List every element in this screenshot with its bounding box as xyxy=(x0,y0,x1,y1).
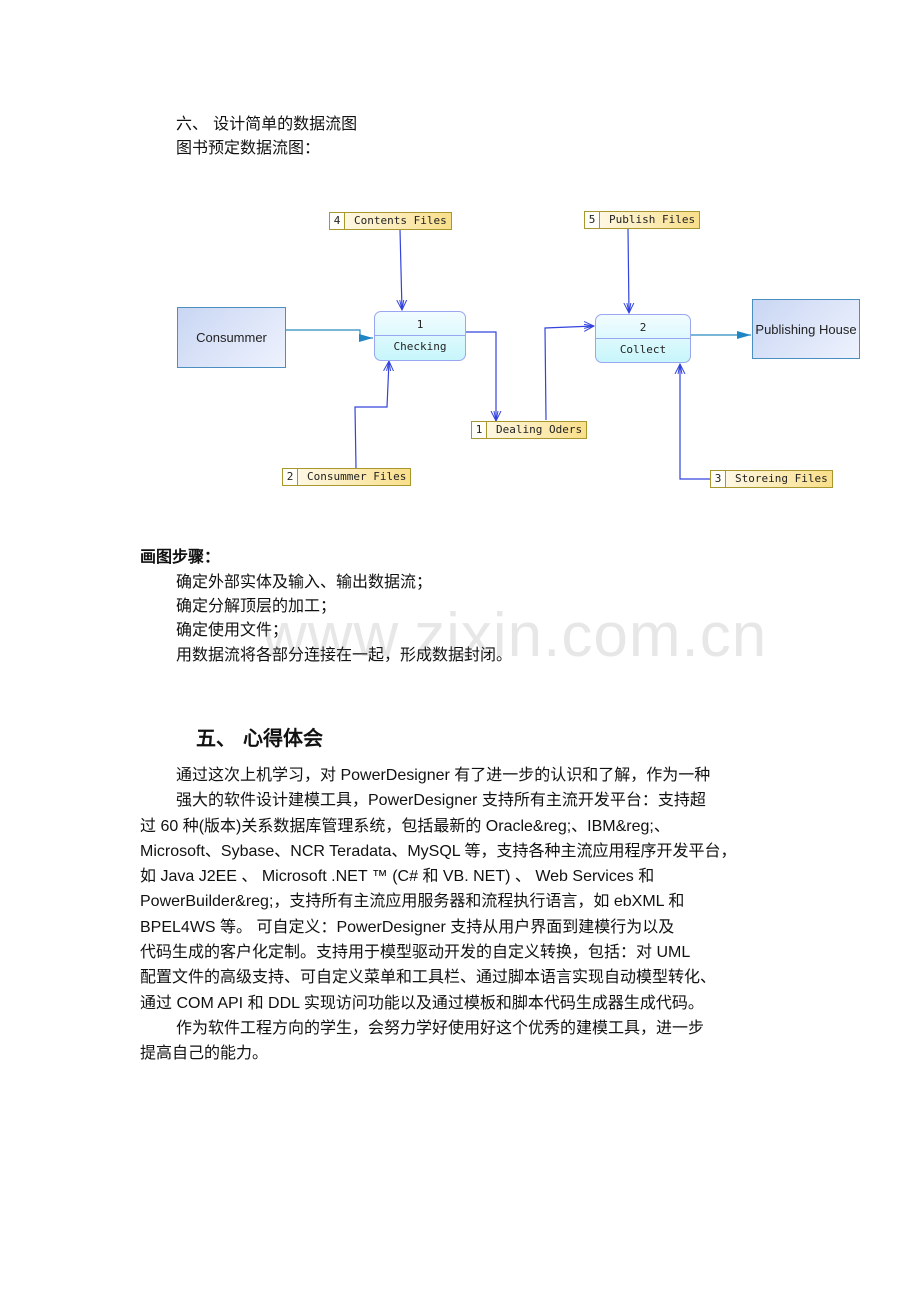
store-name: Contents Files xyxy=(354,214,447,227)
process-collect[interactable]: 2 Collect xyxy=(595,314,691,363)
flow-dealing-oders-to-collect xyxy=(544,326,594,421)
text-line: 配置文件的高级支持、可自定义菜单和工具栏、通过脚本语言实现自动模型转化、 xyxy=(140,969,717,987)
process-id: 2 xyxy=(596,315,690,339)
store-id: 2 xyxy=(283,469,298,485)
store-dealing-oders[interactable]: 1 Dealing Oders xyxy=(471,421,588,439)
text-line: 如 Java J2EE 、 Microsoft .NET ™ (C# 和 VB.… xyxy=(140,868,655,886)
text-line: BPEL4WS 等。 可自定义：PowerDesigner 支持从用户界面到建模… xyxy=(140,918,675,936)
text-line: 提高自己的能力。 xyxy=(140,1045,269,1063)
process-id: 1 xyxy=(375,312,465,336)
text-line: 代码生成的客户化定制。支持用于模型驱动开发的自定义转换，包括：对 UML xyxy=(140,944,691,962)
steps-title: 画图步骤： xyxy=(140,547,221,566)
store-storeing-files[interactable]: 3 Storeing Files xyxy=(710,470,833,488)
step-item: 确定外部实体及输入、输出数据流； xyxy=(176,572,433,591)
store-id: 5 xyxy=(585,212,600,228)
flow-publish-files-to-collect xyxy=(628,228,629,313)
store-contents-files[interactable]: 4 Contents Files xyxy=(329,212,452,230)
store-id: 1 xyxy=(472,422,487,438)
store-id: 4 xyxy=(330,213,345,229)
text-line: 通过 COM API 和 DDL 实现访问功能以及通过模板和脚本代码生成器生成代… xyxy=(140,994,704,1012)
flow-contents-files-to-checking xyxy=(400,229,402,310)
store-name: Consummer Files xyxy=(307,470,407,483)
text-line: Microsoft、Sybase、NCR Teradata、MySQL 等，支持… xyxy=(140,842,737,860)
step-item: 确定分解顶层的加工； xyxy=(176,596,337,615)
reflection-paragraph: 通过这次上机学习，对 PowerDesigner 有了进一步的认识和了解，作为一… xyxy=(140,763,782,1067)
text-line: 强大的软件设计建模工具，PowerDesigner 支持所有主流开发平台：支持超 xyxy=(176,792,706,810)
diagram-caption: 图书预定数据流图： xyxy=(176,138,321,157)
store-id: 3 xyxy=(711,471,726,487)
text-line: 通过这次上机学习，对 PowerDesigner 有了进一步的认识和了解，作为一… xyxy=(176,767,711,784)
text-line: PowerBuilder&reg;，支持所有主流应用服务器和流程执行语言，如 e… xyxy=(140,893,685,911)
step-item: 确定使用文件； xyxy=(176,620,289,639)
flow-storeing-files-to-collect xyxy=(680,364,710,480)
entity-label: Publishing House xyxy=(755,321,857,337)
process-name: Checking xyxy=(393,340,447,353)
flow-consummer-files-to-checking xyxy=(354,361,389,469)
entity-label: Consummer xyxy=(196,330,267,345)
entity-consummer[interactable]: Consummer xyxy=(177,307,286,368)
text-line: 作为软件工程方向的学生，会努力学好使用好这个优秀的建模工具，进一步 xyxy=(176,1019,705,1037)
process-checking[interactable]: 1 Checking xyxy=(374,311,466,361)
store-consummer-files[interactable]: 2 Consummer Files xyxy=(282,468,412,486)
section-heading: 五、 心得体会 xyxy=(196,726,323,750)
step-item: 用数据流将各部分连接在一起，形成数据封闭。 xyxy=(176,645,513,664)
flow-checking-to-dealing-oders xyxy=(466,331,496,421)
store-name: Dealing Oders xyxy=(496,423,583,436)
entity-publishing-house[interactable]: Publishing House xyxy=(752,299,860,359)
section-heading: 六、 设计简单的数据流图 xyxy=(176,114,358,133)
data-flow-diagram: Consummer Publishing House 1 Checking 2 … xyxy=(0,195,920,505)
store-publish-files[interactable]: 5 Publish Files xyxy=(584,211,701,229)
flow-consummer-to-checking xyxy=(286,329,373,342)
store-name: Publish Files xyxy=(609,213,696,226)
text-line: 过 60 种(版本)关系数据库管理系统，包括最新的 Oracle&reg;、IB… xyxy=(140,817,670,835)
store-name: Storeing Files xyxy=(735,472,828,485)
process-name: Collect xyxy=(619,343,667,356)
